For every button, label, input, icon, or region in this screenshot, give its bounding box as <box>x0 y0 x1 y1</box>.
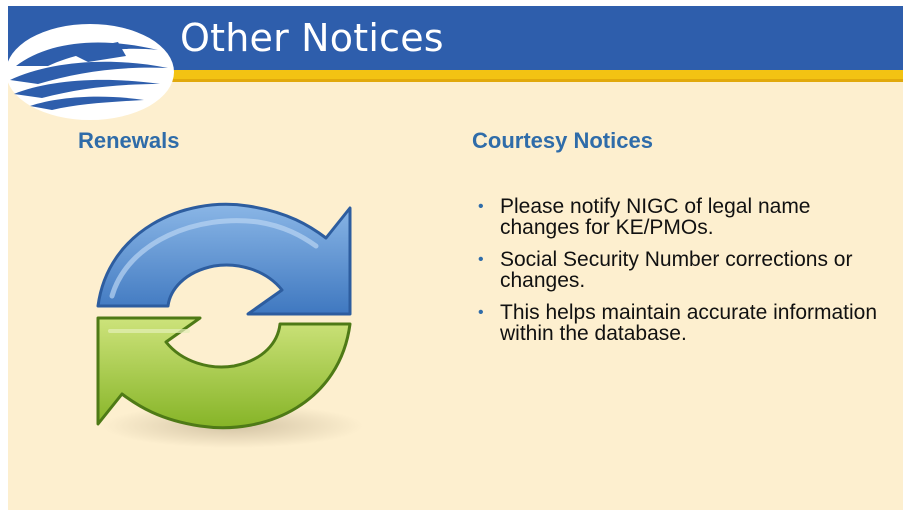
bullet-icon: • <box>478 251 484 268</box>
list-item-text: This helps maintain accurate information… <box>500 301 878 345</box>
list-item: • This helps maintain accurate informati… <box>474 302 884 344</box>
nigc-logo-icon <box>8 24 174 120</box>
list-item-text: Social Security Number corrections or ch… <box>500 248 853 292</box>
renewals-heading: Renewals <box>78 128 180 153</box>
list-item: • Social Security Number corrections or … <box>474 249 884 291</box>
bullet-icon: • <box>478 198 484 215</box>
courtesy-notices-heading: Courtesy Notices <box>472 128 653 153</box>
bullet-icon: • <box>478 304 484 321</box>
list-item: • Please notify NIGC of legal name chang… <box>474 196 884 238</box>
list-item-text: Please notify NIGC of legal name changes… <box>500 195 811 239</box>
courtesy-notices-list: • Please notify NIGC of legal name chang… <box>474 196 884 355</box>
page-title: Other Notices <box>180 16 444 60</box>
refresh-cycle-icon <box>96 202 363 448</box>
slide: Other Notices Renewals Courtesy Notices <box>8 6 903 510</box>
